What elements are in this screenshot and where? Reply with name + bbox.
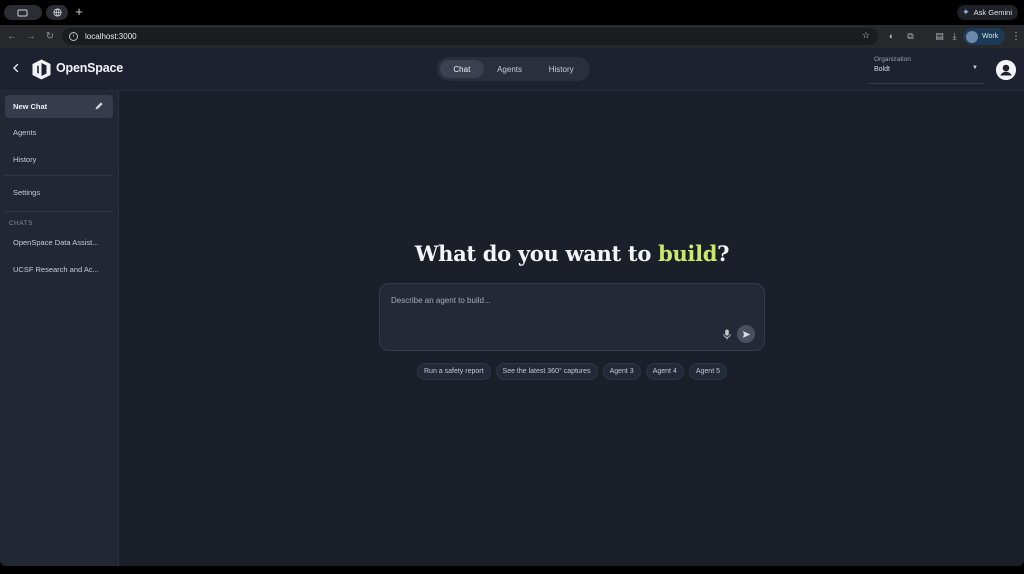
ask-gemini-label: Ask Gemini: [973, 8, 1012, 17]
microphone-icon[interactable]: [722, 329, 732, 340]
globe-icon: [52, 8, 62, 17]
send-icon: [742, 330, 750, 338]
browser-tab-active[interactable]: [46, 5, 68, 20]
arrow-left-icon: ←: [7, 31, 17, 42]
reload-icon: ↻: [45, 31, 55, 42]
chevron-left-icon: [13, 63, 19, 73]
tab-agents[interactable]: Agents: [484, 60, 536, 78]
sidebar-item-history[interactable]: History: [5, 148, 113, 171]
browser-window: + ✦ Ask Gemini ← → ↻ i localhost:3000 ☆ …: [0, 0, 1024, 566]
send-button[interactable]: [737, 325, 755, 343]
new-chat-label: New Chat: [13, 102, 48, 111]
download-icon[interactable]: ⤓: [949, 31, 960, 42]
suggestion-chip-agent-3[interactable]: Agent 3: [602, 363, 641, 380]
reload-button[interactable]: ↻: [43, 29, 57, 44]
site-info-icon[interactable]: i: [69, 32, 78, 41]
tab-list-icon: [17, 9, 28, 16]
new-tab-button[interactable]: +: [72, 4, 86, 20]
tab-chat[interactable]: Chat: [440, 60, 484, 78]
collapse-sidebar-button[interactable]: [9, 62, 23, 76]
headline-accent: build: [658, 241, 718, 266]
user-avatar-icon: [996, 60, 1016, 80]
address-bar[interactable]: i localhost:3000 ☆: [62, 28, 878, 45]
agent-prompt-input[interactable]: Describe an agent to build...: [379, 283, 765, 351]
sidebar: New Chat Agents History Settings CHATS O…: [0, 91, 119, 566]
chats-section-title: CHATS: [9, 220, 33, 227]
browser-menu-icon[interactable]: ⋮: [1011, 29, 1021, 44]
gemini-sparkle-icon: ✦: [962, 7, 970, 17]
organization-value: Boldt: [874, 66, 890, 73]
app-header: OpenSpace Chat Agents History Organizati…: [0, 48, 1024, 91]
sidebar-divider: [5, 211, 113, 212]
ask-gemini-button[interactable]: ✦ Ask Gemini: [957, 5, 1018, 20]
browser-profile-chip[interactable]: Work: [963, 28, 1005, 45]
profile-avatar: [966, 30, 978, 43]
prompt-placeholder: Describe an agent to build...: [391, 296, 491, 305]
suggestion-chip-360-captures[interactable]: See the latest 360° captures: [495, 363, 598, 380]
suggestion-chip-agent-5[interactable]: Agent 5: [688, 363, 727, 380]
browser-toolbar: ← → ↻ i localhost:3000 ☆ ◐ ⧉ ▤ ⤓ Work ⋮: [0, 25, 1024, 48]
sidebar-item-settings[interactable]: Settings: [5, 181, 113, 204]
side-panel-icon[interactable]: ▤: [934, 31, 945, 42]
main-nav-tabs: Chat Agents History: [437, 57, 590, 81]
forward-nav-button[interactable]: →: [24, 29, 38, 44]
pencil-icon: [95, 102, 103, 110]
openspace-logo-icon: [32, 59, 51, 80]
caret-down-icon: ▼: [972, 65, 978, 71]
sidebar-divider: [5, 175, 113, 176]
suggestion-chip-safety-report[interactable]: Run a safety report: [417, 363, 491, 380]
browser-tab-strip: + ✦ Ask Gemini: [0, 0, 1024, 25]
user-account-button[interactable]: [996, 60, 1016, 80]
suggestion-chips: Run a safety report See the latest 360° …: [120, 363, 1024, 380]
page-headline: What do you want to build?: [120, 241, 1024, 266]
chat-list-item[interactable]: UCSF Research and Ac...: [5, 258, 113, 281]
tab-search-button[interactable]: [4, 5, 42, 20]
extension-icon[interactable]: ◐: [886, 31, 897, 42]
organization-select[interactable]: Organization Boldt ▼: [868, 54, 984, 84]
sidebar-item-agents[interactable]: Agents: [5, 121, 113, 144]
puzzle-icon[interactable]: ⧉: [905, 31, 916, 42]
main-content: What do you want to build? Describe an a…: [120, 91, 1024, 566]
tab-history[interactable]: History: [535, 60, 587, 78]
suggestion-chip-agent-4[interactable]: Agent 4: [645, 363, 684, 380]
select-underline: [868, 83, 984, 84]
new-chat-button[interactable]: New Chat: [5, 95, 113, 118]
url-text: localhost:3000: [85, 32, 137, 41]
profile-label: Work: [982, 33, 999, 40]
organization-label: Organization: [874, 56, 911, 63]
chat-list-item[interactable]: OpenSpace Data Assist...: [5, 231, 113, 254]
bookmark-star-icon[interactable]: ☆: [862, 30, 870, 41]
headline-suffix: ?: [717, 241, 730, 266]
arrow-right-icon: →: [26, 31, 36, 42]
headline-prefix: What do you want to: [414, 241, 659, 266]
back-nav-button[interactable]: ←: [5, 29, 19, 44]
brand-name: OpenSpace: [56, 61, 123, 75]
plus-icon: +: [75, 4, 83, 19]
